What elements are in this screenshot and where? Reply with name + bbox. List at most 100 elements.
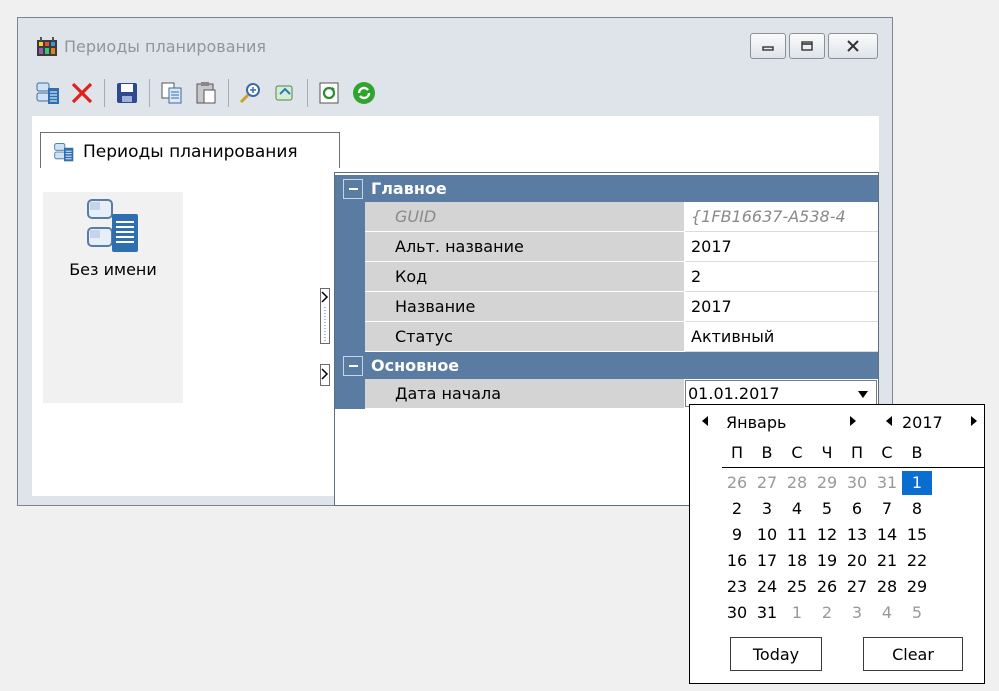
- tab-planning-periods[interactable]: Периоды планирования: [40, 132, 340, 170]
- category-basic[interactable]: Основное: [335, 352, 878, 379]
- calendar-day-selected[interactable]: 1: [902, 471, 932, 495]
- calendar-day[interactable]: 20: [842, 549, 872, 573]
- records-panel: Без имени: [43, 192, 183, 403]
- calendar-day[interactable]: 13: [842, 523, 872, 547]
- calendar-day[interactable]: 7: [872, 497, 902, 521]
- category-main[interactable]: Главное: [335, 175, 878, 202]
- chevron-right-icon: [321, 291, 329, 341]
- collapse-icon[interactable]: [343, 178, 363, 199]
- calendar-day[interactable]: 28: [782, 471, 812, 495]
- new-record-button[interactable]: [32, 77, 64, 109]
- calendar-day[interactable]: 21: [872, 549, 902, 573]
- calendar-day[interactable]: 27: [842, 575, 872, 599]
- splitter-handle[interactable]: [320, 288, 330, 344]
- calendar-day[interactable]: 15: [902, 523, 932, 547]
- tab-label: Периоды планирования: [83, 141, 298, 162]
- calendar-day[interactable]: 17: [752, 549, 782, 573]
- calendar-day[interactable]: 18: [782, 549, 812, 573]
- start-date-field[interactable]: 01.01.2017: [685, 380, 877, 407]
- property-value[interactable]: 2: [685, 262, 878, 292]
- filter-button[interactable]: [269, 77, 301, 109]
- calendar-day[interactable]: 8: [902, 497, 932, 521]
- calendar-day[interactable]: 4: [872, 601, 902, 625]
- reload-icon: [353, 82, 375, 104]
- property-value[interactable]: 2017: [685, 292, 878, 322]
- row-gutter: [335, 232, 365, 262]
- weekday-label: С: [881, 443, 893, 462]
- window-title: Периоды планирования: [64, 37, 267, 56]
- calendar-day[interactable]: 29: [812, 471, 842, 495]
- refresh-icon: [319, 82, 339, 104]
- copy-icon: [161, 82, 182, 104]
- prev-month-icon[interactable]: [702, 416, 708, 426]
- property-value[interactable]: 2017: [685, 232, 878, 262]
- record-icon: [87, 199, 138, 252]
- calendar-day[interactable]: 11: [782, 523, 812, 547]
- calendar-day[interactable]: 5: [902, 601, 932, 625]
- property-value[interactable]: Активный: [685, 322, 878, 352]
- calendar-day[interactable]: 30: [842, 471, 872, 495]
- calendar-day[interactable]: 31: [752, 601, 782, 625]
- collapse-icon[interactable]: [343, 355, 363, 376]
- calendar-day[interactable]: 23: [722, 575, 752, 599]
- calendar-day[interactable]: 10: [752, 523, 782, 547]
- calendar-day[interactable]: 6: [842, 497, 872, 521]
- property-row-code[interactable]: Код 2: [335, 262, 878, 292]
- planning-periods-icon: [54, 142, 74, 161]
- prev-year-icon[interactable]: [886, 416, 892, 426]
- copy-button[interactable]: [156, 77, 188, 109]
- find-button[interactable]: [235, 77, 267, 109]
- calendar-day[interactable]: 2: [722, 497, 752, 521]
- calendar-day[interactable]: 16: [722, 549, 752, 573]
- calendar-day[interactable]: 19: [812, 549, 842, 573]
- property-name: Название: [365, 292, 684, 322]
- property-row-guid[interactable]: GUID {1FB16637-A538-4: [335, 202, 878, 232]
- calendar-day[interactable]: 22: [902, 549, 932, 573]
- clear-button[interactable]: Clear: [863, 637, 963, 671]
- calendar-day[interactable]: 25: [782, 575, 812, 599]
- calendar-day[interactable]: 30: [722, 601, 752, 625]
- minimize-button[interactable]: [750, 33, 786, 59]
- calendar-day[interactable]: 4: [782, 497, 812, 521]
- dropdown-arrow-icon[interactable]: [858, 391, 868, 398]
- property-value[interactable]: {1FB16637-A538-4: [685, 202, 878, 232]
- calendar-day[interactable]: 9: [722, 523, 752, 547]
- next-year-icon[interactable]: [971, 416, 977, 426]
- calendar-day[interactable]: 24: [752, 575, 782, 599]
- calendar-day[interactable]: 26: [812, 575, 842, 599]
- save-button[interactable]: [111, 77, 143, 109]
- property-row-alt-name[interactable]: Альт. название 2017: [335, 232, 878, 262]
- today-button[interactable]: Today: [730, 637, 822, 671]
- next-month-icon[interactable]: [850, 416, 856, 426]
- calendar-day[interactable]: 31: [872, 471, 902, 495]
- refresh-button[interactable]: [314, 77, 346, 109]
- weekday-label: В: [761, 443, 773, 462]
- close-button[interactable]: [828, 33, 878, 59]
- calendar-day[interactable]: 14: [872, 523, 902, 547]
- calendar-day[interactable]: 2: [812, 601, 842, 625]
- calendar-week: 23 24 25 26 27 28 29: [722, 575, 932, 599]
- calendar-day[interactable]: 5: [812, 497, 842, 521]
- delete-icon: [71, 82, 93, 104]
- record-label: Без имени: [69, 260, 157, 279]
- calendar-day[interactable]: 12: [812, 523, 842, 547]
- property-row-status[interactable]: Статус Активный: [335, 322, 878, 352]
- calendar-day[interactable]: 1: [782, 601, 812, 625]
- paste-button[interactable]: [190, 77, 222, 109]
- calendar-day[interactable]: 3: [842, 601, 872, 625]
- calendar-day[interactable]: 3: [752, 497, 782, 521]
- title-bar[interactable]: Периоды планирования: [18, 18, 892, 60]
- date-picker-popup: Январь 2017 П В С Ч П С В 26 27 28 29 30…: [689, 404, 985, 684]
- reload-button[interactable]: [348, 77, 380, 109]
- calendar-day[interactable]: 27: [752, 471, 782, 495]
- collapse-button[interactable]: [320, 364, 330, 386]
- record-item[interactable]: Без имени: [43, 192, 183, 292]
- calendar-day[interactable]: 29: [902, 575, 932, 599]
- property-row-name[interactable]: Название 2017: [335, 292, 878, 322]
- delete-button[interactable]: [66, 77, 98, 109]
- calendar-day[interactable]: 26: [722, 471, 752, 495]
- maximize-button[interactable]: [789, 33, 825, 59]
- toolbar: [32, 76, 380, 110]
- calendar-day[interactable]: 28: [872, 575, 902, 599]
- calendar-week: 9 10 11 12 13 14 15: [722, 523, 932, 547]
